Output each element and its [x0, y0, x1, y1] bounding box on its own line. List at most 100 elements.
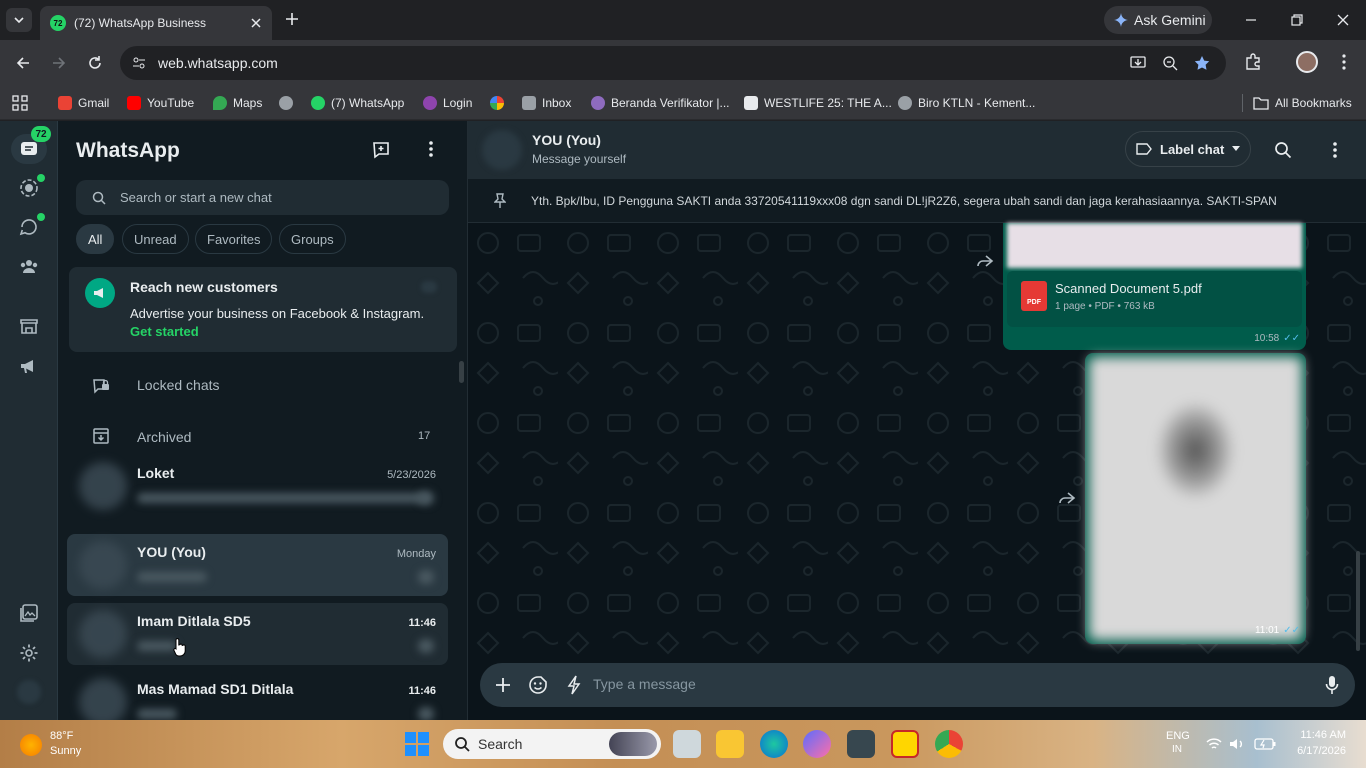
conversation-menu-button[interactable] — [1323, 138, 1347, 162]
bookmark-beranda-verifikator[interactable]: Beranda Verifikator |... — [591, 94, 730, 112]
conversation-scrollbar[interactable] — [1356, 551, 1360, 651]
chat-list-scrollbar[interactable] — [459, 361, 464, 383]
copilot-icon[interactable] — [803, 730, 831, 758]
forward-icon — [1059, 492, 1076, 504]
voice-message-button[interactable] — [1320, 673, 1344, 697]
zoom-icon[interactable] — [1162, 55, 1178, 71]
browser-menu-button[interactable] — [1336, 53, 1352, 71]
clock-date[interactable]: 6/17/2026 — [1286, 745, 1346, 757]
new-chat-button[interactable] — [369, 137, 393, 161]
pinned-message-banner[interactable]: Yth. Bpk/Ibu, ID Pengguna SAKTI anda 337… — [468, 179, 1366, 223]
rail-communities-button[interactable] — [19, 257, 39, 277]
promo-get-started-link[interactable]: Get started — [130, 324, 199, 339]
bookmark-inbox[interactable]: Inbox — [522, 94, 571, 112]
minimize-button[interactable] — [1243, 12, 1259, 28]
reload-button[interactable] — [86, 54, 104, 72]
bookmark-photos[interactable] — [490, 94, 504, 112]
rail-chats-button[interactable]: 72 — [11, 126, 51, 164]
locked-chats-row[interactable]: Locked chats — [59, 364, 459, 404]
edge-browser-icon[interactable] — [760, 730, 788, 758]
bookmark-gmail[interactable]: Gmail — [58, 94, 109, 112]
apps-button[interactable] — [12, 95, 28, 111]
rail-ads-button[interactable] — [19, 356, 39, 376]
filter-favorites[interactable]: Favorites — [195, 224, 273, 254]
image-message[interactable]: 11:01 ✓✓ — [1085, 353, 1306, 644]
close-window-button[interactable] — [1335, 12, 1351, 28]
profile-avatar[interactable] — [1296, 51, 1318, 73]
filter-unread[interactable]: Unread — [122, 224, 189, 254]
search-input[interactable]: Search or start a new chat — [76, 180, 449, 215]
restore-button[interactable] — [1289, 12, 1305, 28]
ask-gemini-button[interactable]: Ask Gemini — [1104, 6, 1212, 34]
extensions-button[interactable] — [1244, 53, 1262, 71]
attach-button[interactable] — [491, 673, 515, 697]
contact-avatar[interactable] — [482, 130, 522, 170]
document-card[interactable]: PDF Scanned Document 5.pdf 1 page • PDF … — [1007, 271, 1302, 327]
bookmark-whatsapp[interactable]: (7) WhatsApp — [311, 94, 404, 112]
bookmark-maps[interactable]: Maps — [213, 94, 262, 112]
document-message[interactable]: PDF Scanned Document 5.pdf 1 page • PDF … — [1003, 223, 1306, 350]
rail-catalog-button[interactable] — [19, 316, 39, 336]
all-bookmarks[interactable]: All Bookmarks — [1242, 94, 1352, 112]
promo-close-button[interactable] — [421, 281, 437, 293]
puzzle-icon — [1246, 53, 1260, 70]
install-app-icon[interactable] — [1130, 55, 1146, 71]
quick-replies-button[interactable] — [562, 673, 586, 697]
new-tab-button[interactable] — [283, 10, 301, 28]
taskbar-search-box[interactable]: Search — [443, 729, 661, 759]
archived-row[interactable]: Archived 17 — [59, 416, 459, 456]
forward-button[interactable] — [50, 54, 68, 72]
start-button[interactable] — [405, 732, 429, 756]
chat-row-selected[interactable]: YOU (You) Monday — [67, 534, 448, 596]
message-input[interactable]: Type a message — [593, 676, 696, 692]
caret-down-icon — [1232, 146, 1241, 151]
filter-groups[interactable]: Groups — [279, 224, 346, 254]
site-info-icon[interactable] — [132, 56, 146, 70]
chat-row[interactable]: Mas Mamad SD1 Ditlala 11:46 — [67, 671, 448, 720]
filter-label: All — [88, 231, 103, 247]
bookmark-westlife[interactable]: WESTLIFE 25: THE A... — [744, 94, 892, 112]
weather-temp[interactable]: 88°F — [50, 730, 73, 742]
sticky-notes-icon[interactable] — [891, 730, 919, 758]
bookmark-biro-ktln[interactable]: Biro KTLN - Kement... — [898, 94, 1035, 112]
rail-channels-button[interactable] — [19, 213, 45, 237]
contact-name[interactable]: YOU (You) — [532, 132, 601, 148]
search-icon — [1275, 142, 1292, 159]
volume-icon[interactable] — [1229, 737, 1245, 751]
clock-time[interactable]: 11:46 AM — [1294, 729, 1346, 741]
task-view-icon[interactable] — [673, 730, 701, 758]
chat-row[interactable]: Loket 5/23/2026 — [67, 455, 448, 517]
forward-button[interactable] — [976, 254, 994, 268]
tab-strip: 72 (72) WhatsApp Business Ask Gemini — [0, 0, 1366, 40]
language-indicator[interactable]: ENG — [1166, 730, 1190, 742]
pinned-message-text: Yth. Bpk/Ibu, ID Pengguna SAKTI anda 337… — [531, 194, 1277, 208]
profile-avatar[interactable] — [17, 680, 41, 704]
active-tab[interactable]: 72 (72) WhatsApp Business — [40, 6, 272, 40]
forward-button[interactable] — [1058, 491, 1076, 505]
chat-row-hover[interactable]: Imam Ditlala SD5 11:46 — [67, 603, 448, 665]
rail-status-button[interactable] — [19, 174, 45, 198]
bookmark-globe[interactable] — [279, 94, 293, 112]
chrome-browser-icon[interactable] — [935, 730, 963, 758]
bookmark-login[interactable]: Login — [423, 94, 472, 112]
pin-icon — [494, 193, 506, 208]
back-button[interactable] — [14, 54, 32, 72]
search-messages-button[interactable] — [1271, 138, 1295, 162]
label-chat-button[interactable]: Label chat — [1125, 131, 1251, 167]
bookmark-star-icon[interactable] — [1194, 55, 1210, 71]
close-tab-icon[interactable] — [250, 17, 262, 29]
tab-search-button[interactable] — [6, 8, 32, 32]
chat-list-menu-button[interactable] — [419, 137, 443, 161]
camera-app-icon[interactable] — [847, 730, 875, 758]
bookmark-youtube[interactable]: YouTube — [127, 94, 194, 112]
address-bar[interactable]: web.whatsapp.com — [120, 46, 1226, 80]
wifi-icon[interactable] — [1206, 737, 1222, 751]
sticker-emoji-icon — [529, 676, 547, 694]
rail-settings-button[interactable] — [19, 643, 39, 663]
filter-all[interactable]: All — [76, 224, 115, 254]
rail-media-button[interactable] — [19, 603, 39, 623]
file-explorer-icon[interactable] — [716, 730, 744, 758]
battery-icon[interactable] — [1254, 738, 1276, 750]
emoji-button[interactable] — [526, 673, 550, 697]
weather-sun-icon[interactable] — [20, 734, 42, 756]
